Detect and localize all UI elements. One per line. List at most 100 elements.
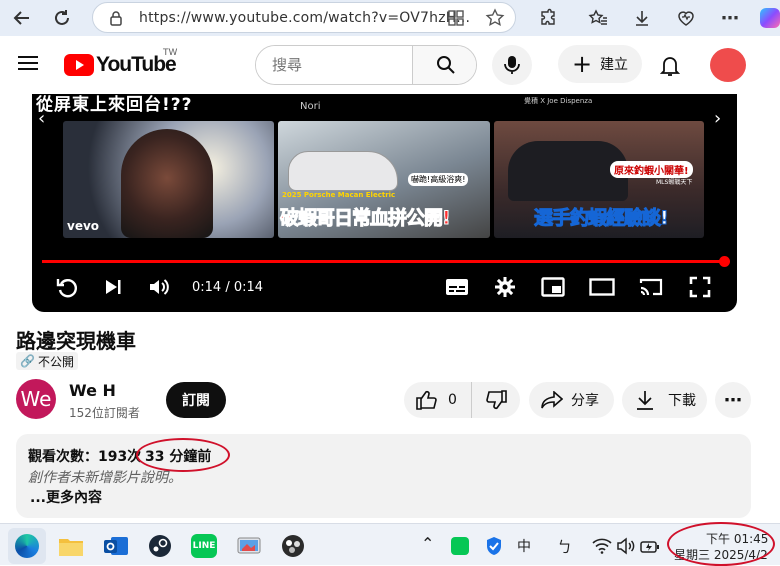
steam-icon[interactable] xyxy=(147,534,173,558)
wifi-icon[interactable] xyxy=(592,536,612,556)
download-icon xyxy=(637,391,653,410)
windows-taskbar: LINE ⌃ 中 ㄅ 下午 01:45 星期三 2025/4/2 xyxy=(0,522,780,566)
like-dislike-group: 0 xyxy=(404,382,520,418)
edge-taskbar-icon[interactable] xyxy=(8,528,46,564)
search-input[interactable] xyxy=(256,46,413,84)
privacy-label: 不公開 xyxy=(37,354,74,369)
description-text: 創作者未新增影片說明。 xyxy=(28,470,182,486)
share-button[interactable]: 分享 xyxy=(529,382,614,418)
show-hidden-icons[interactable]: ⌃ xyxy=(421,534,434,553)
settings-button[interactable] xyxy=(492,274,518,300)
ime-mode-icon[interactable]: ㄅ xyxy=(557,536,572,557)
endscreen-video-1[interactable]: vevo xyxy=(63,121,274,238)
miniplayer-icon xyxy=(541,277,565,297)
refresh-icon[interactable] xyxy=(50,6,74,30)
carousel-next-icon[interactable]: › xyxy=(714,108,721,129)
vevo-badge: vevo xyxy=(67,219,100,233)
create-button[interactable]: + 建立 xyxy=(558,45,642,83)
cast-icon xyxy=(639,278,663,296)
notifications-icon[interactable] xyxy=(659,55,681,77)
menu-icon[interactable] xyxy=(18,55,38,71)
progress-bar[interactable] xyxy=(42,256,730,267)
line-tray-icon[interactable] xyxy=(451,537,469,555)
line-icon[interactable]: LINE xyxy=(191,534,217,558)
address-bar[interactable]: https://www.youtube.com/watch?v=OV7hzH..… xyxy=(92,2,516,33)
download-button[interactable]: 下載 xyxy=(622,382,707,418)
thumbs-down-icon xyxy=(486,390,507,410)
more-actions-button[interactable]: ⋯ xyxy=(715,382,751,418)
video-title: 路邊突現機車 xyxy=(16,329,136,353)
time-display: 0:14 / 0:14 xyxy=(192,280,264,295)
endscreen-label-3: 覺積 X Joe Dispenza xyxy=(524,97,593,105)
file-explorer-icon[interactable] xyxy=(58,534,84,558)
dislike-button[interactable] xyxy=(472,382,520,418)
cast-button[interactable] xyxy=(638,274,664,300)
endscreen-bubble-2: 嚇跪!高級浴爽! xyxy=(408,173,469,186)
endscreen-caption-3: 選手釣蝦經驗談! xyxy=(534,207,670,230)
show-more-link[interactable]: ...更多內容 xyxy=(30,487,102,507)
outlook-icon[interactable] xyxy=(103,534,129,558)
gear-icon xyxy=(495,277,515,297)
channel-avatar[interactable]: We xyxy=(16,379,56,419)
volume-button[interactable] xyxy=(146,274,172,300)
url-text[interactable]: https://www.youtube.com/watch?v=OV7hzH..… xyxy=(139,10,470,26)
back-icon[interactable] xyxy=(10,6,34,30)
plus-icon: + xyxy=(571,50,593,78)
singer-figure xyxy=(121,129,213,238)
theater-icon xyxy=(589,278,615,296)
more-options-icon[interactable]: ⋯ xyxy=(718,6,742,30)
subscriber-count: 152位訂閱者 xyxy=(69,406,140,420)
search-box xyxy=(255,45,477,85)
search-button[interactable] xyxy=(412,46,476,84)
endscreen-video-2[interactable]: 嚇跪!高級浴爽! 2025 Porsche Macan Electric 破蝦哥… xyxy=(278,121,490,238)
download-label: 下載 xyxy=(668,393,696,409)
subscribe-button[interactable]: 訂閱 xyxy=(166,382,226,418)
voice-search-button[interactable] xyxy=(492,45,532,85)
volume-icon xyxy=(150,279,169,295)
browser-toolbar: https://www.youtube.com/watch?v=OV7hzH..… xyxy=(0,0,780,36)
description-box[interactable]: 觀看次數：193次 33 分鐘前 創作者未新增影片說明。 ...更多內容 xyxy=(16,434,751,518)
progress-fill xyxy=(42,260,724,263)
youtube-logo[interactable]: YouTube TW xyxy=(64,48,184,79)
favorites-icon[interactable] xyxy=(586,6,610,30)
channel-name[interactable]: We H xyxy=(69,381,116,400)
like-count: 0 xyxy=(448,392,457,408)
like-button[interactable]: 0 xyxy=(404,382,472,418)
account-avatar[interactable] xyxy=(710,48,746,82)
browser-essentials-icon[interactable] xyxy=(674,6,698,30)
obs-icon[interactable] xyxy=(280,534,306,558)
replay-button[interactable] xyxy=(54,274,80,300)
link-icon: 🔗 xyxy=(20,354,35,368)
thumbs-up-icon xyxy=(416,390,437,410)
security-shield-icon[interactable] xyxy=(484,536,504,556)
theater-mode-button[interactable] xyxy=(589,274,615,300)
favorite-star-icon[interactable] xyxy=(485,8,505,28)
microphone-icon xyxy=(504,56,520,74)
youtube-header: YouTube TW + 建立 xyxy=(0,36,780,94)
endscreen-subtitle-2: 2025 Porsche Macan Electric xyxy=(282,191,396,199)
endscreen-video-3[interactable]: 原來釣蝦小關華! MLS蝦戰天下 選手釣蝦經驗談! xyxy=(494,121,704,238)
battery-icon[interactable] xyxy=(640,536,660,556)
remote-desktop-icon[interactable] xyxy=(236,534,262,558)
volume-tray-icon[interactable] xyxy=(616,536,636,556)
privacy-badge: 🔗 不公開 xyxy=(16,352,78,370)
youtube-play-icon xyxy=(64,54,94,76)
fullscreen-button[interactable] xyxy=(687,274,713,300)
subtitles-button[interactable] xyxy=(444,274,470,300)
view-count: 觀看次數：193次 xyxy=(28,449,142,465)
video-player[interactable]: ‹ › 從屏東上來回台!?? vevo Nori 嚇跪!高級浴爽! 2025 P… xyxy=(32,94,737,312)
miniplayer-button[interactable] xyxy=(540,274,566,300)
share-label: 分享 xyxy=(571,393,599,409)
endscreen-caption-2: 破蝦哥日常血拼公開! xyxy=(280,207,452,230)
download-icon[interactable] xyxy=(630,6,654,30)
progress-scrubber[interactable] xyxy=(719,256,730,267)
apps-icon[interactable] xyxy=(447,9,465,27)
next-icon xyxy=(106,280,121,294)
share-icon xyxy=(541,391,563,409)
next-button[interactable] xyxy=(100,274,126,300)
lock-icon[interactable] xyxy=(109,10,123,26)
ime-indicator[interactable]: 中 xyxy=(517,536,531,556)
endscreen-bubble-3: 原來釣蝦小關華! xyxy=(610,161,693,178)
extensions-icon[interactable] xyxy=(536,6,560,30)
copilot-icon[interactable] xyxy=(760,8,780,28)
